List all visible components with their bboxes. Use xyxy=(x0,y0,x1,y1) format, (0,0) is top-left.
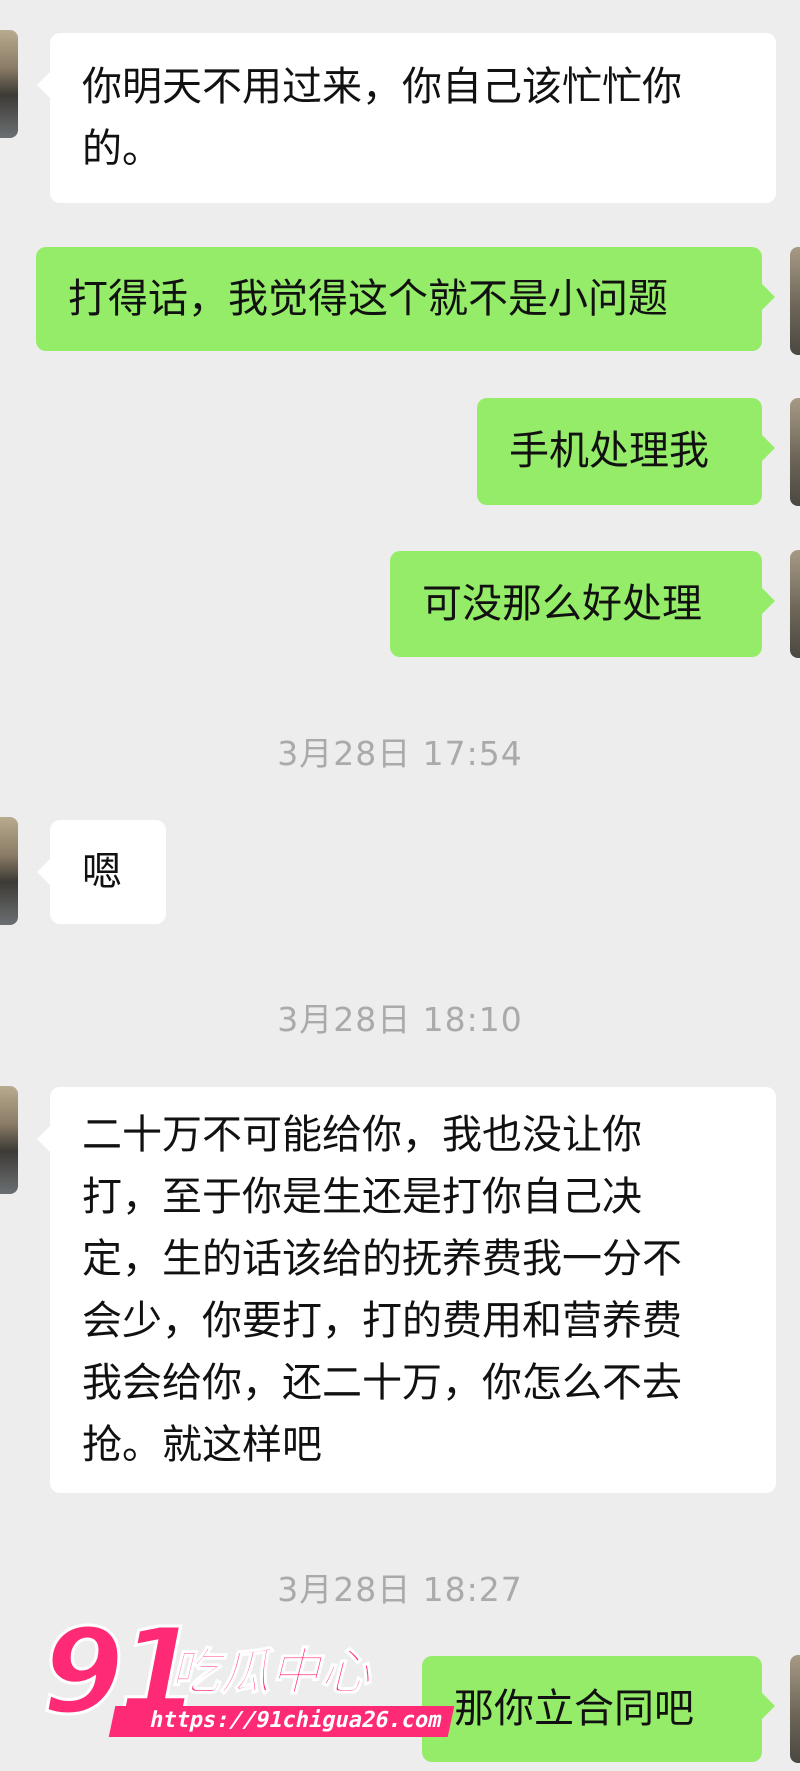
message-text-line: 打，至于你是生还是打你自己决 xyxy=(82,1174,642,1220)
message-text-line: 会少，你要打，打的费用和营养费 xyxy=(82,1298,682,1344)
message-text-line: 抢。就这样吧 xyxy=(82,1422,322,1468)
message-text: 手机处理我 xyxy=(509,428,709,474)
incoming-message-bubble[interactable]: 你明天不用过来，你自己该忙忙你 的。 xyxy=(37,33,776,203)
chat-history[interactable]: 你明天不用过来，你自己该忙忙你 的。 打得话，我觉得这个就不是小问题 手机处理我… xyxy=(0,0,800,1771)
message-text-line: 二十万不可能给你，我也没让你 xyxy=(82,1112,642,1158)
site-watermark: 91 吃瓜中心 https://91chigua26.com xyxy=(40,1601,455,1754)
outgoing-message-bubble[interactable]: 可没那么好处理 xyxy=(390,551,775,657)
outgoing-message-bubble[interactable]: 手机处理我 xyxy=(477,398,775,505)
watermark-url: https://91chigua26.com xyxy=(108,1706,455,1737)
outgoing-message-bubble[interactable]: 打得话，我觉得这个就不是小问题 xyxy=(36,247,775,351)
outgoing-message-bubble[interactable]: 那你立合同吧 xyxy=(422,1656,775,1762)
message-text: 打得话，我觉得这个就不是小问题 xyxy=(68,276,668,322)
my-avatar[interactable] xyxy=(790,247,800,355)
message-text-line: 我会给你，还二十万，你怎么不去 xyxy=(82,1360,682,1406)
message-text: 那你立合同吧 xyxy=(454,1686,694,1732)
timestamp: 3月28日 18:10 xyxy=(277,1000,523,1039)
incoming-message-bubble[interactable]: 嗯 xyxy=(37,820,166,924)
message-text-line: 你明天不用过来，你自己该忙忙你 xyxy=(82,64,682,110)
my-avatar[interactable] xyxy=(790,550,800,658)
contact-avatar[interactable] xyxy=(0,30,18,138)
message-text-line: 定，生的话该给的抚养费我一分不 xyxy=(82,1236,682,1282)
message-text: 嗯 xyxy=(82,849,122,895)
message-text: 可没那么好处理 xyxy=(422,581,702,627)
watermark-title: 吃瓜中心 xyxy=(169,1642,371,1702)
my-avatar[interactable] xyxy=(790,398,800,506)
contact-avatar[interactable] xyxy=(0,1086,18,1194)
my-avatar[interactable] xyxy=(790,1655,800,1763)
message-text-line: 的。 xyxy=(82,126,162,172)
contact-avatar[interactable] xyxy=(0,817,18,925)
timestamp: 3月28日 17:54 xyxy=(277,734,523,773)
incoming-message-bubble[interactable]: 二十万不可能给你，我也没让你 打，至于你是生还是打你自己决 定，生的话该给的抚养… xyxy=(37,1087,776,1493)
